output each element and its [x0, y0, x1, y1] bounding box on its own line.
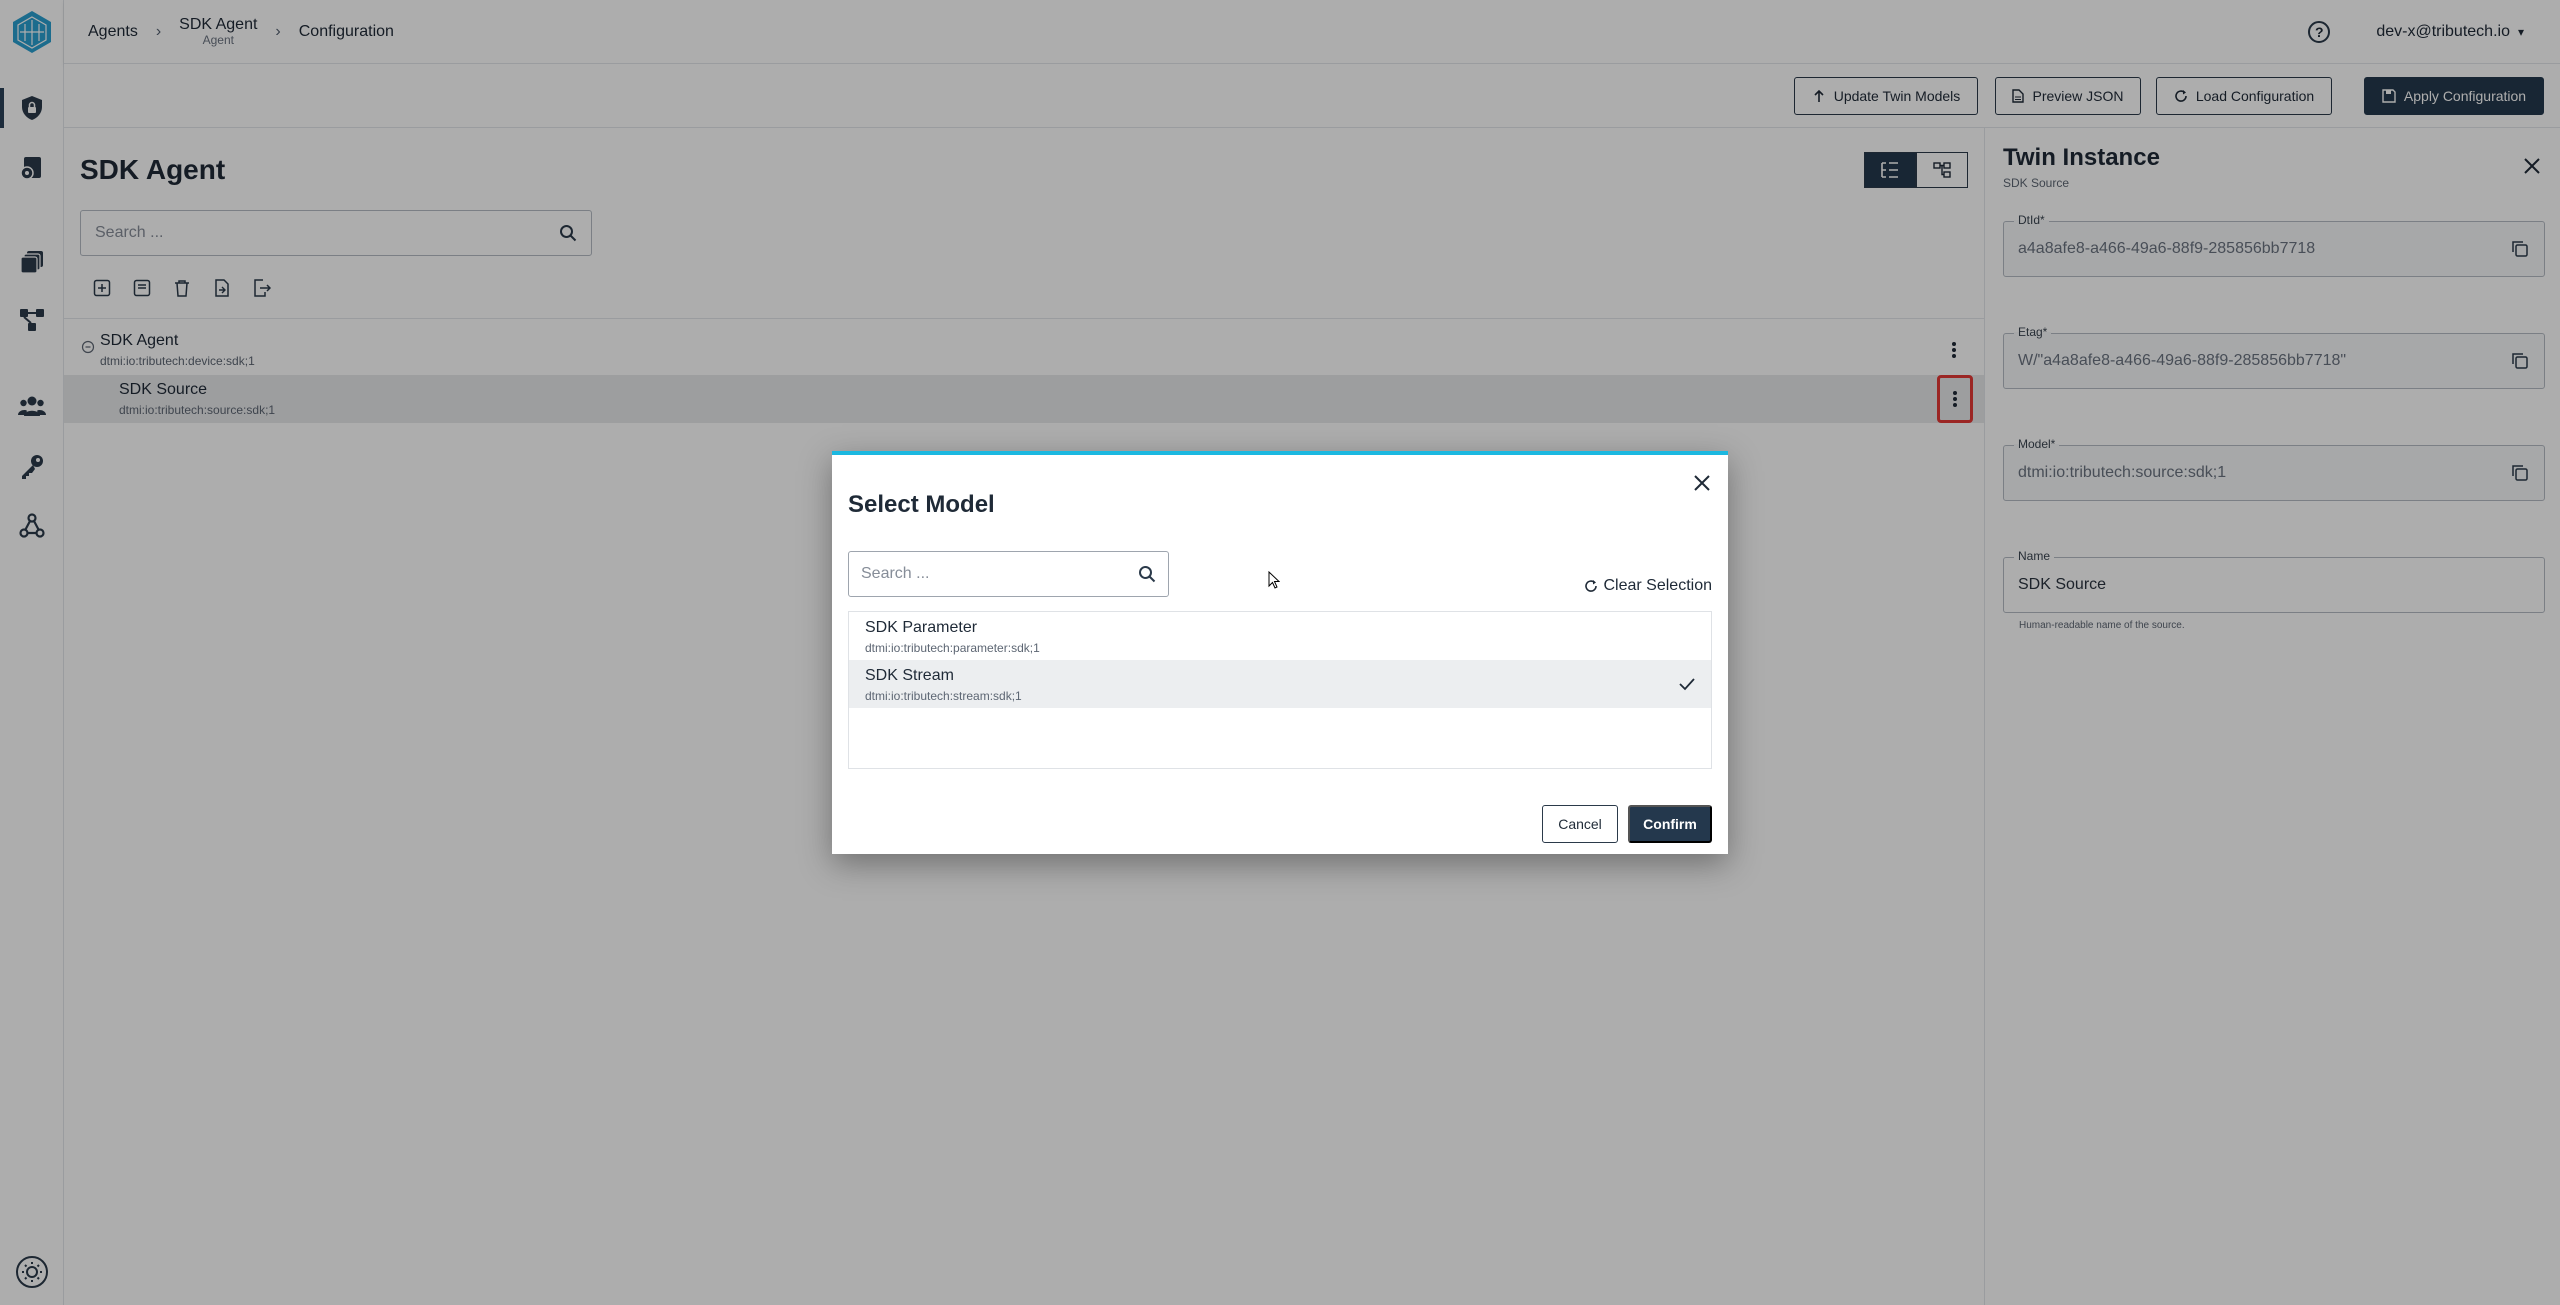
list-item[interactable]: SDK Stream dtmi:io:tributech:stream:sdk;…	[849, 660, 1711, 708]
app-root: Agents › SDK Agent Agent › Configuration…	[0, 0, 2560, 1305]
select-model-dialog: Select Model Search ... Clear Selection …	[832, 451, 1728, 854]
dialog-title: Select Model	[848, 491, 995, 518]
model-name: SDK Stream	[865, 667, 954, 684]
check-icon	[1679, 678, 1695, 691]
list-item[interactable]: SDK Parameter dtmi:io:tributech:paramete…	[849, 612, 1711, 660]
cancel-button[interactable]: Cancel	[1542, 805, 1618, 843]
close-icon[interactable]	[1688, 469, 1716, 497]
clear-selection-button[interactable]: Clear Selection	[1584, 577, 1713, 595]
clear-selection-label: Clear Selection	[1603, 577, 1713, 594]
confirm-button[interactable]: Confirm	[1628, 805, 1712, 843]
model-dtmi: dtmi:io:tributech:stream:sdk;1	[865, 689, 1022, 703]
model-search-placeholder: Search ...	[861, 565, 930, 582]
refresh-icon	[1584, 580, 1597, 592]
model-dtmi: dtmi:io:tributech:parameter:sdk;1	[865, 641, 1040, 655]
model-list: SDK Parameter dtmi:io:tributech:paramete…	[848, 611, 1712, 769]
model-search-input[interactable]: Search ...	[848, 551, 1169, 597]
mouse-cursor-icon	[1268, 571, 1280, 589]
model-name: SDK Parameter	[865, 619, 978, 636]
search-icon	[1139, 566, 1156, 583]
